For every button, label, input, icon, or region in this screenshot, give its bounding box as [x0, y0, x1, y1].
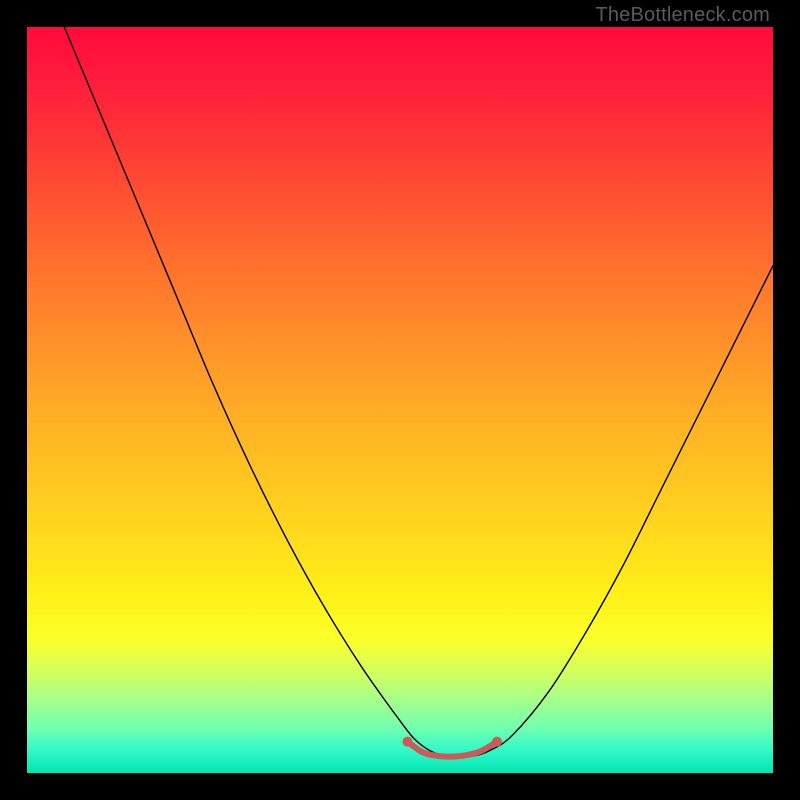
- watermark-text: TheBottleneck.com: [595, 4, 770, 27]
- plot-area: [27, 27, 773, 773]
- chart-svg: [27, 27, 773, 773]
- trough-marker-0: [402, 737, 412, 747]
- trough-marker-1: [492, 737, 502, 747]
- series-layer: [64, 27, 773, 757]
- chart-frame: TheBottleneck.com: [0, 0, 800, 800]
- series-main-curve: [64, 27, 773, 757]
